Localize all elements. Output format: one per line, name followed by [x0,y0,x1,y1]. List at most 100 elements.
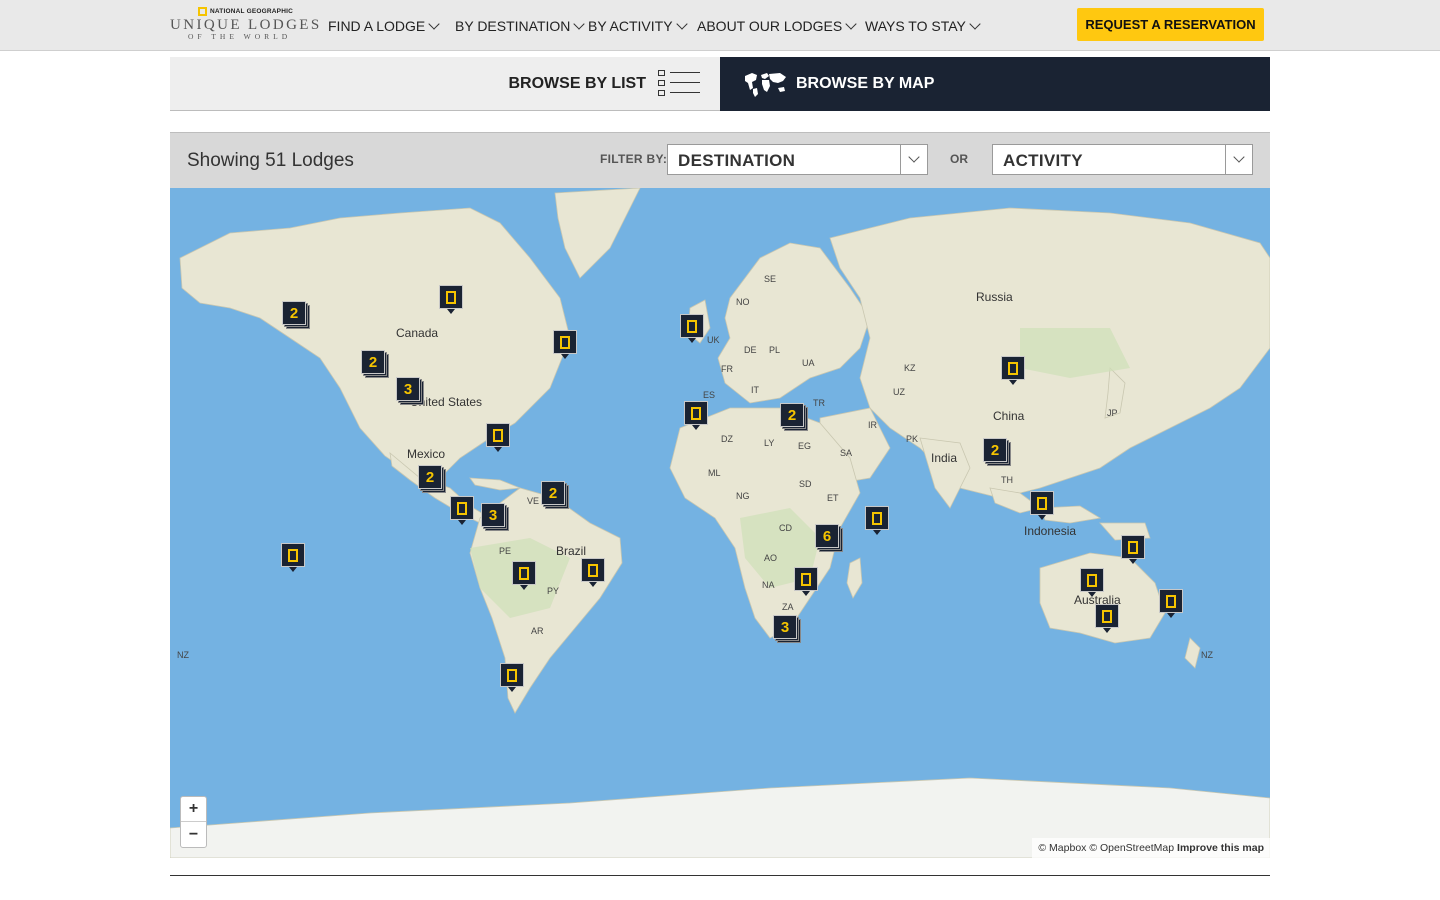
map-label-jp: JP [1107,408,1118,418]
lodge-marker-newfoundland[interactable] [553,330,579,359]
marker-count: 2 [425,468,435,486]
zoom-in-button[interactable]: + [181,797,206,822]
zoom-out-button[interactable]: − [181,822,206,847]
map-label-sd: SD [799,479,812,489]
lodge-marker-brazil[interactable] [581,558,607,587]
map-label-no: NO [736,297,750,307]
nav-about-our-lodges[interactable]: ABOUT OUR LODGES [697,17,857,34]
destination-select[interactable]: DESTINATION [667,144,928,175]
natgeo-frame-icon [801,572,811,586]
lodge-marker-rockies[interactable]: 3 [396,377,424,405]
marker-face: 2 [282,301,306,325]
chevron-down-icon [908,151,920,163]
natgeo-frame-icon [1037,496,1047,510]
lodge-marker-bhutan[interactable]: 2 [983,438,1011,466]
marker-pointer [1129,559,1137,564]
marker-face: 2 [541,481,565,505]
dropdown-button[interactable] [900,145,927,174]
lodge-marker-bc[interactable]: 2 [361,350,389,378]
nav-label: ABOUT OUR LODGES [697,18,843,34]
marker-face: 3 [481,503,505,527]
nav-label: WAYS TO STAY [865,18,966,34]
map-label-uk: UK [707,335,720,345]
nav-find-a-lodge[interactable]: FIND A LODGE [328,17,440,34]
activity-select-value: ACTIVITY [1003,151,1083,170]
nav-by-destination[interactable]: BY DESTINATION [455,17,586,34]
natgeo-frame-icon [687,319,697,333]
marker-face [1095,604,1119,628]
chevron-down-icon [428,17,440,30]
lodge-marker-aus-west[interactable] [1080,568,1106,597]
map-label-na: NA [762,580,775,590]
chevron-down-icon [573,17,586,30]
browse-by-list-tab[interactable]: BROWSE BY LIST [170,57,720,111]
browse-map-label: BROWSE BY MAP [796,75,935,92]
natgeo-frame-icon [560,335,570,349]
world-map[interactable]: Russia Canada United States Mexico Brazi… [170,188,1270,858]
attribution-text[interactable]: © Mapbox © OpenStreetMap [1038,842,1174,854]
destination-select-value: DESTINATION [678,151,796,170]
lodge-marker-seychelles[interactable] [865,506,891,535]
lodge-marker-peru[interactable] [512,561,538,590]
map-label-ml: ML [708,468,721,478]
map-label-fr: FR [721,364,733,374]
lodge-marker-ecuador[interactable]: 3 [481,503,509,531]
lodge-marker-lesser-antilles[interactable]: 2 [541,481,569,509]
natgeo-brand: NATIONAL GEOGRAPHIC [198,7,318,16]
lodge-marker-patagonia[interactable] [500,663,526,692]
marker-pointer [802,591,810,596]
map-label-mexico: Mexico [407,447,446,461]
lodge-marker-hudson[interactable] [439,285,465,314]
lodge-marker-costa-rica[interactable] [450,496,476,525]
improve-map-link[interactable]: Improve this map [1177,842,1264,854]
natgeo-frame-icon [493,428,503,442]
lodge-count: Showing 51 Lodges [187,150,354,171]
marker-face [439,285,463,309]
marker-face [486,423,510,447]
map-label-brazil: Brazil [556,544,587,558]
lodge-marker-greece[interactable]: 2 [780,403,808,431]
marker-pointer [692,425,700,430]
natgeo-frame-icon [507,668,517,682]
lodge-marker-aus-south[interactable] [1095,604,1121,633]
activity-select[interactable]: ACTIVITY [992,144,1253,175]
marker-face [281,543,305,567]
marker-pointer [458,520,466,525]
lodge-marker-mongolia[interactable] [1001,356,1027,385]
map-label-ao: AO [764,553,778,563]
nav-ways-to-stay[interactable]: WAYS TO STAY [865,17,981,34]
lodge-marker-png[interactable] [1121,535,1147,564]
marker-pointer [494,447,502,452]
dropdown-button[interactable] [1225,145,1252,174]
marker-count: 3 [780,618,790,636]
marker-count: 2 [289,304,299,322]
chevron-down-icon [1233,151,1245,163]
lodge-marker-morocco[interactable] [684,401,710,430]
lodge-marker-borneo[interactable] [1030,491,1056,520]
nav-by-activity[interactable]: BY ACTIVITY [588,17,688,34]
top-navigation-bar: NATIONAL GEOGRAPHIC UNIQUE LODGES OF THE… [0,0,1440,51]
natgeo-frame-icon [588,563,598,577]
map-label-ir: IR [868,420,877,430]
lodge-marker-aus-east[interactable] [1159,589,1185,618]
browse-by-map-tab[interactable]: BROWSE BY MAP [720,57,1270,111]
lodge-marker-south-africa[interactable]: 3 [773,615,801,643]
marker-pointer [1009,380,1017,385]
map-label-th: TH [1001,475,1013,485]
request-reservation-button[interactable]: REQUEST A RESERVATION [1077,8,1264,41]
lodge-marker-ireland[interactable] [680,314,706,343]
lodge-marker-caribbean[interactable] [486,423,512,452]
marker-face: 6 [815,524,839,548]
marker-face [1001,356,1025,380]
lodge-marker-alaska[interactable]: 2 [282,301,310,329]
lodge-marker-botswana[interactable] [794,567,820,596]
chevron-down-icon [675,17,688,30]
lodge-marker-east-africa[interactable]: 6 [815,524,843,552]
marker-count: 2 [368,353,378,371]
lodge-marker-mexico[interactable]: 2 [418,465,446,493]
map-label-china: China [993,409,1025,423]
lodge-marker-hawaii[interactable] [281,543,307,572]
marker-pointer [688,338,696,343]
site-logo[interactable]: NATIONAL GEOGRAPHIC UNIQUE LODGES OF THE… [170,7,319,47]
list-icon [658,69,700,98]
